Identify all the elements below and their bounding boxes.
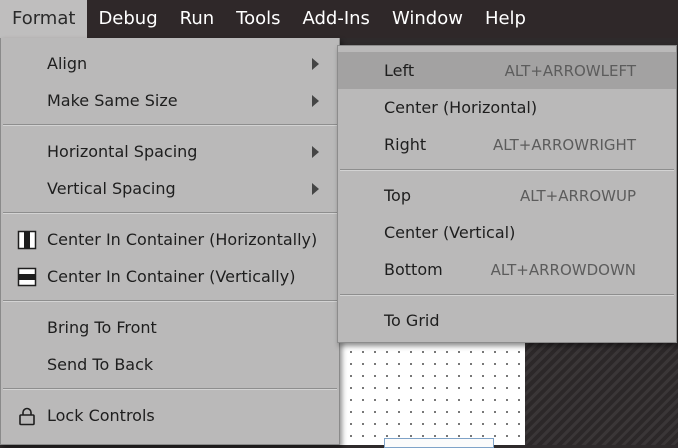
menu-bar: Format Debug Run Tools Add-Ins Window He…: [0, 0, 678, 38]
menu-separator: [3, 300, 337, 302]
menu-window[interactable]: Window: [381, 0, 474, 38]
menu-item-bring-to-front[interactable]: Bring To Front: [1, 309, 339, 346]
menu-separator: [340, 294, 674, 296]
menu-format[interactable]: Format: [0, 0, 88, 38]
menu-item-label: Center (Vertical): [384, 223, 516, 242]
menu-separator: [3, 124, 337, 126]
menu-item-label: Left: [384, 61, 415, 80]
shortcut-label: ALT+ARROWRIGHT: [493, 135, 636, 154]
menu-item-send-to-back[interactable]: Send To Back: [1, 346, 339, 383]
menu-item-align[interactable]: Align: [1, 45, 339, 82]
menu-separator: [340, 169, 674, 171]
menu-item-label: Center (Horizontal): [384, 98, 538, 117]
submenu-item-right[interactable]: Right ALT+ARROWRIGHT: [338, 126, 676, 163]
menu-item-label: Right: [384, 135, 427, 154]
menu-item-label: Bring To Front: [47, 318, 157, 337]
lock-icon: [19, 407, 35, 426]
menu-item-label: Send To Back: [47, 355, 154, 374]
menu-item-lock-controls[interactable]: Lock Controls: [1, 397, 339, 434]
submenu-arrow-icon: [312, 95, 319, 107]
menu-item-label: Center In Container (Horizontally): [47, 230, 318, 249]
menu-item-center-horizontally[interactable]: Center In Container (Horizontally): [1, 221, 339, 258]
submenu-item-center-horizontal[interactable]: Center (Horizontal): [338, 89, 676, 126]
align-submenu: Left ALT+ARROWLEFT Center (Horizontal) R…: [337, 45, 677, 343]
submenu-item-left[interactable]: Left ALT+ARROWLEFT: [338, 52, 676, 89]
submenu-item-bottom[interactable]: Bottom ALT+ARROWDOWN: [338, 251, 676, 288]
menu-item-vertical-spacing[interactable]: Vertical Spacing: [1, 170, 339, 207]
submenu-arrow-icon: [312, 183, 319, 195]
menu-help[interactable]: Help: [474, 0, 537, 38]
shortcut-label: ALT+ARROWUP: [519, 186, 636, 205]
menu-item-make-same-size[interactable]: Make Same Size: [1, 82, 339, 119]
submenu-item-top[interactable]: Top ALT+ARROWUP: [338, 177, 676, 214]
menu-item-horizontal-spacing[interactable]: Horizontal Spacing: [1, 133, 339, 170]
menu-debug[interactable]: Debug: [87, 0, 168, 38]
submenu-item-to-grid[interactable]: To Grid: [338, 302, 676, 339]
menu-run[interactable]: Run: [169, 0, 226, 38]
form-control[interactable]: [384, 438, 494, 448]
menu-item-center-vertically[interactable]: Center In Container (Vertically): [1, 258, 339, 295]
menu-item-label: Lock Controls: [47, 406, 155, 425]
menu-item-label: Top: [384, 186, 411, 205]
format-menu: Align Make Same Size Horizontal Spacing …: [0, 38, 340, 445]
menu-item-label: Bottom: [384, 260, 443, 279]
menu-item-label: Vertical Spacing: [47, 179, 176, 198]
menu-separator: [3, 388, 337, 390]
form-design-canvas[interactable]: [340, 340, 525, 445]
submenu-item-center-vertical[interactable]: Center (Vertical): [338, 214, 676, 251]
menu-item-label: Center In Container (Vertically): [47, 267, 296, 286]
submenu-arrow-icon: [312, 146, 319, 158]
shortcut-label: ALT+ARROWLEFT: [504, 61, 636, 80]
menu-item-label: Align: [47, 54, 88, 73]
shortcut-label: ALT+ARROWDOWN: [490, 260, 636, 279]
menu-separator: [3, 212, 337, 214]
menu-item-label: Make Same Size: [47, 91, 178, 110]
center-vertical-icon: [17, 267, 37, 287]
center-horizontal-icon: [17, 230, 37, 250]
menu-tools[interactable]: Tools: [225, 0, 291, 38]
menu-add-ins[interactable]: Add-Ins: [292, 0, 381, 38]
submenu-arrow-icon: [312, 58, 319, 70]
menu-item-label: To Grid: [384, 311, 440, 330]
menu-item-label: Horizontal Spacing: [47, 142, 198, 161]
